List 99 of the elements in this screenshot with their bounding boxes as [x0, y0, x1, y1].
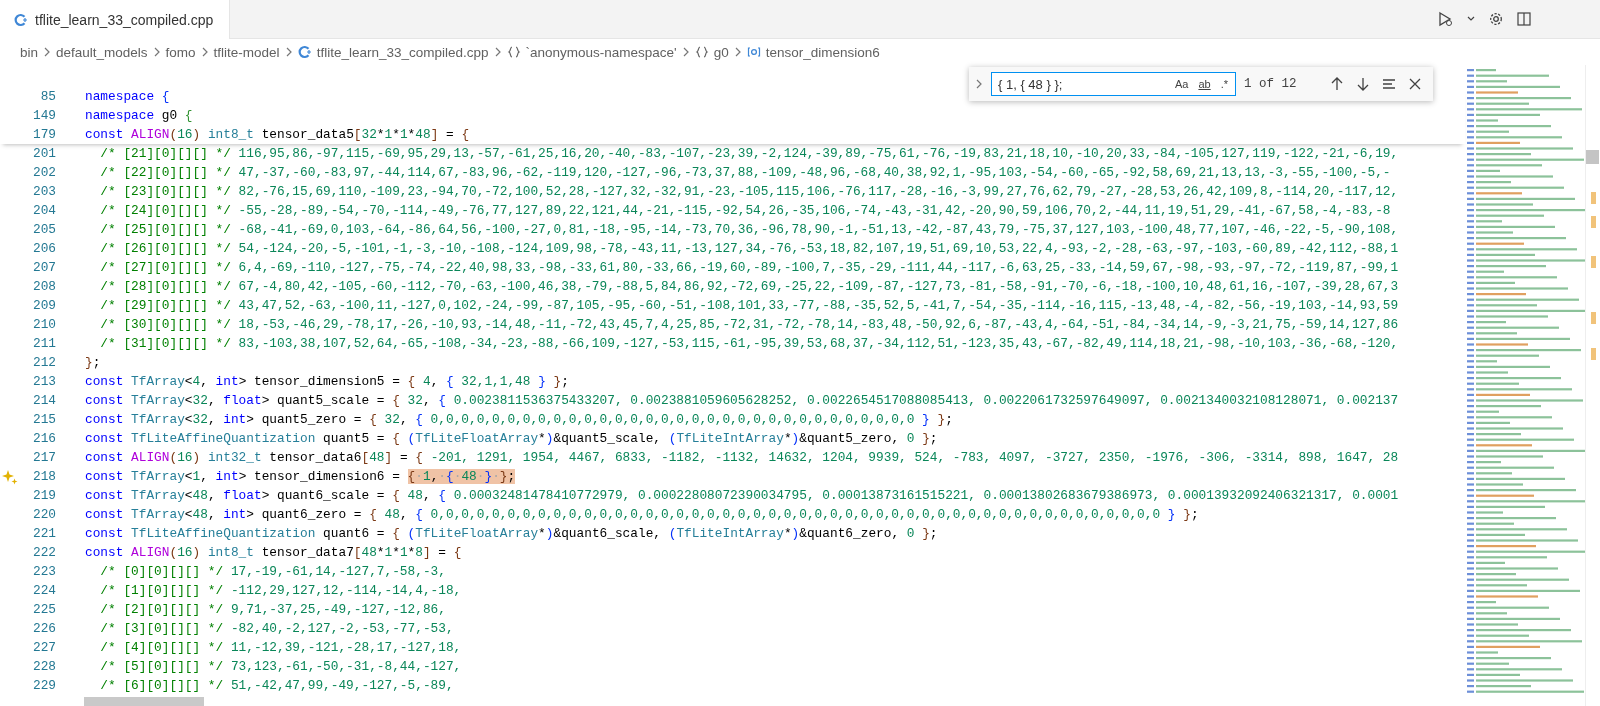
find-option-button[interactable]: ab [1194, 75, 1215, 93]
arrow-up-icon[interactable] [1329, 76, 1345, 92]
line-number: 211 [31, 335, 56, 353]
code-line: /* [6][0][][] */ 51,-42,47,99,-49,-127,-5,-89, [99, 677, 454, 695]
line-number: 221 [31, 525, 56, 543]
breadcrumb-item[interactable]: tflite-model [213, 44, 280, 60]
breadcrumb-item[interactable]: tensor_dimension6 [746, 44, 880, 60]
line-number: 218 [31, 468, 56, 486]
code-line: const ALIGN(16) int8_t tensor_data5[32*1*1*48] = { [85, 126, 470, 144]
code-line: const TfArray<48, int> quant6_zero = { 48, { 0,0,0,0,0,0,0,0,0,0,0,0,0,0,0,0,0,0,0,0,0,0,0,0,0,0,0,0,0,0,0,0,0,0,0,0,0,0,0,0,0,0,0,0,0,0,0,0 } }; [85, 506, 1199, 524]
code-line: /* [26][0][][] */ 54,-124,-20,-5,-101,-1,-3,-10,-108,-124,109,98,-78,-43,11,-13,127,34,-76,-53,18,82,107,19,51,69,10,53,22,4,-93,-2,-28,-63,-97,-103,-60,89,-42,112,-88,1 [99, 240, 1399, 258]
line-number: 179 [31, 126, 56, 144]
code-line: /* [25][0][][] */ -68,-41,-69,0,103,-64,-86,64,56,-100,-27,0,81,-18,-95,-14,-73,70,36,-96,78,90,-1,-51,13,-42,-87,43,79,-75,37,127,103,-100,48,77,107,-46,-22,-5,-90,108, [99, 221, 1399, 239]
line-number: 202 [31, 164, 56, 182]
match-count: 1 of 12 [1244, 77, 1297, 91]
line-number: 210 [31, 316, 56, 334]
code-line: /* [2][0][][] */ 9,71,-37,25,-49,-127,-12,86, [99, 601, 446, 619]
code-line: const TfArray<4, int> tensor_dimension5 = { 4, { 32,1,1,48 } }; [85, 373, 569, 391]
line-number: 209 [31, 297, 56, 315]
line-number: 205 [31, 221, 56, 239]
code-line: namespace { [85, 88, 170, 106]
code-line: /* [22][0][][] */ 47,-37,-60,-83,97,-44,114,67,-83,96,-62,-119,120,-127,-96,-73,37,88,-109,-48,96,-68,40,38,92,1,-95,103,-54,-60,-65,-92,58,69,21,13,13,-3,-55,-100,-5,- [99, 164, 1391, 182]
code-line: /* [3][0][][] */ -82,40,-2,127,-2,-53,-77,-53, [99, 620, 454, 638]
chevron-right-icon [493, 46, 502, 58]
namespace-icon [506, 45, 521, 59]
line-number: 216 [31, 430, 56, 448]
code-line: /* [4][0][][] */ 11,-12,39,-121,-28,17,-127,18, [99, 639, 462, 657]
line-number: 85 [39, 88, 56, 106]
breadcrumb-item[interactable]: default_models [56, 44, 148, 60]
line-number: 222 [31, 544, 56, 562]
find-in-selection-icon[interactable] [1381, 76, 1397, 92]
find-field[interactable]: { 1, { 48 } }; Aa ab .* [991, 72, 1236, 96]
code-line: /* [23][0][][] */ 82,-76,15,69,110,-109,23,-94,70,-72,100,52,28,-127,32,-32,91,-23,-105,115,106,-76,117,-28,-16,-3,99,27,76,62,79,-27,-28,53,26,42,109,8,-114,20,-117,12, [99, 183, 1399, 201]
line-number: 208 [31, 278, 56, 296]
code-line: const ALIGN(16) int32_t tensor_data6[48] = { -201, 1291, 1954, 4467, 6833, -1182, -1132, 14632, 1204, 9939, 524, -783, 4097, -3727, 2350, -1976, -306, -3314, 898, 1647, 28 [85, 449, 1399, 467]
run-icon[interactable] [1436, 10, 1454, 28]
line-number: 219 [31, 487, 56, 505]
line-number: 220 [31, 506, 56, 524]
line-number: 203 [31, 183, 56, 201]
code-line: /* [24][0][][] */ -55,-28,-89,-54,-70,-114,-49,-76,77,127,89,22,121,44,-21,-115,-92,54,26,-35,106,-74,-43,-31,42,-20,90,59,106,70,2,-44,11,19,51,29,-41,-67,58,-4,-83,-8 [99, 202, 1391, 220]
namespace-icon [694, 45, 709, 59]
code-line: /* [27][0][][] */ 6,4,-69,-110,-127,-75,-74,-22,40,98,33,-98,-33,61,80,-33,66,-19,60,-89,-100,7,-35,-29,-111,44,-117,-6,63,25,-33,-14,59,67,-98,-93,-97,-72,-119,87,-99,1 [99, 259, 1399, 277]
line-number: 213 [31, 373, 56, 391]
line-number: 206 [31, 240, 56, 258]
settings-icon[interactable] [1488, 11, 1504, 27]
breadcrumb-item[interactable]: fomo [165, 44, 196, 60]
scrollbar-thumb[interactable] [84, 697, 204, 706]
line-number: 207 [31, 259, 56, 277]
line-number: 217 [31, 449, 56, 467]
find-option-button[interactable]: .* [1216, 75, 1232, 93]
chevron-right-icon [200, 46, 209, 58]
code-line: }; [85, 354, 101, 372]
arrow-down-icon[interactable] [1355, 76, 1371, 92]
line-number: 226 [31, 620, 56, 638]
breadcrumb-item[interactable]: g0 [694, 44, 729, 60]
chevron-right-icon [284, 46, 293, 58]
line-number: 225 [31, 601, 56, 619]
breadcrumb-item[interactable]: bin [20, 44, 38, 60]
chevron-right-icon [975, 78, 983, 90]
line-number: 224 [31, 582, 56, 600]
breadcrumb-item[interactable]: tflite_learn_33_compiled.cpp [297, 44, 489, 60]
line-number: 201 [31, 145, 56, 163]
split-editor-icon[interactable] [1516, 11, 1532, 27]
cpp-file-icon [297, 45, 312, 59]
line-number: 215 [31, 411, 56, 429]
code-line: /* [21][0][][] */ 116,95,86,-97,115,-69,95,29,13,-57,-61,25,16,20,-40,-83,-107,-23,39,-2,124,-39,89,-75,61,-76,-19,83,21,18,10,-10,20,33,-84,-105,127,119,-122,-21,-6,19, [99, 145, 1399, 163]
code-line: /* [5][0][][] */ 73,123,-61,-50,-31,-8,44,-127, [99, 658, 462, 676]
code-line: /* [31][0][][] */ 83,-103,38,107,52,64,-65,-108,-34,-23,-88,-66,109,-127,-53,115,-61,-95,39,53,68,37,-34,112,51,-123,35,43,-67,-82,49,114,18,21,-98,-10,103,-36,-68,-120, [99, 335, 1399, 353]
code-line: /* [0][0][][] */ 17,-19,-61,14,-127,7,-58,-3, [99, 563, 446, 581]
line-number: 204 [31, 202, 56, 220]
code-line: /* [28][0][][] */ 67,-4,80,42,-105,-60,-112,-70,-63,-100,46,38,-79,-88,5,84,86,92,-72,69,-25,22,-109,-87,-127,73,-81,-58,-91,-70,-6,-18,-100,10,48,61,16,-107,-39,28,67,3 [99, 278, 1399, 296]
breadcrumb-item[interactable]: `anonymous-namespace' [506, 44, 677, 60]
code-line: /* [30][0][][] */ 18,-53,-46,29,-78,17,-26,-10,93,-14,48,-11,-72,43,45,7,4,25,85,-72,31,-72,-78,14,-83,48,-50,92,6,-87,-43,4,-64,-51,-84,-34,14,-9,-3,21,75,-59,14,127,86 [99, 316, 1399, 334]
code-line: const TfLiteAffineQuantization quant6 = { (TfLiteFloatArray*)&quant6_scale, (TfLiteIntArray*)&quant6_zero, 0 }; [85, 525, 938, 543]
close-icon[interactable] [1407, 76, 1423, 92]
code-line: const ALIGN(16) int8_t tensor_data7[48*1*1*8] = { [85, 544, 462, 562]
code-line: const TfArray<1, int> tensor_dimension6 = {·1,·{·48·}·}; [85, 468, 516, 486]
variable-icon [746, 45, 761, 59]
chevron-right-icon [152, 46, 161, 58]
cpp-file-icon [14, 12, 28, 27]
code-line: const TfArray<32, int> quant5_zero = { 32, { 0,0,0,0,0,0,0,0,0,0,0,0,0,0,0,0,0,0,0,0,0,0,0,0,0,0,0,0,0,0,0,0 } }; [85, 411, 953, 429]
code-line: const TfArray<32, float> quant5_scale = { 32, { 0.0023811536375433207, 0.0023881059605628252, 0.0022654517088085413, 0.0022061732597649097, 0.0021340032108128071, 0.002137 [85, 392, 1399, 410]
code-line: const TfArray<48, float> quant6_scale = { 48, { 0.00032481478410772979, 0.00022808072390034795, 0.00013873161515221, 0.00013802683679386973, 0.00013932092406321317, 0.0001 [85, 487, 1399, 505]
find-option-button[interactable]: Aa [1170, 75, 1193, 93]
line-number: 223 [31, 563, 56, 581]
line-number: 227 [31, 639, 56, 657]
code-line: namespace g0 { [85, 107, 193, 125]
editor-tab[interactable]: tflite_learn_33_compiled.cpp [0, 0, 231, 39]
chevron-right-icon [733, 46, 742, 58]
chevron-right-icon [43, 46, 51, 58]
line-number: 214 [31, 392, 56, 410]
code-line: /* [1][0][][] */ -112,29,127,12,-114,-14,4,-18, [99, 582, 462, 600]
line-number: 228 [31, 658, 56, 676]
code-line: const TfLiteAffineQuantization quant5 = { (TfLiteFloatArray*)&quant5_scale, (TfLiteIntArray*)&quant5_zero, 0 }; [85, 430, 938, 448]
line-number: 229 [31, 677, 56, 695]
line-number: 212 [31, 354, 56, 372]
chevron-right-icon [681, 46, 690, 58]
line-number: 149 [31, 107, 56, 125]
code-line: /* [29][0][][] */ 43,47,52,-63,-100,11,-127,0,102,-24,-99,-87,105,-95,-60,-51,-108,101,33,-77,-88,-35,52,5,-41,7,-54,-35,-114,-16,115,-13,48,-4,-82,-56,-19,103,-14,93,59 [99, 297, 1399, 315]
